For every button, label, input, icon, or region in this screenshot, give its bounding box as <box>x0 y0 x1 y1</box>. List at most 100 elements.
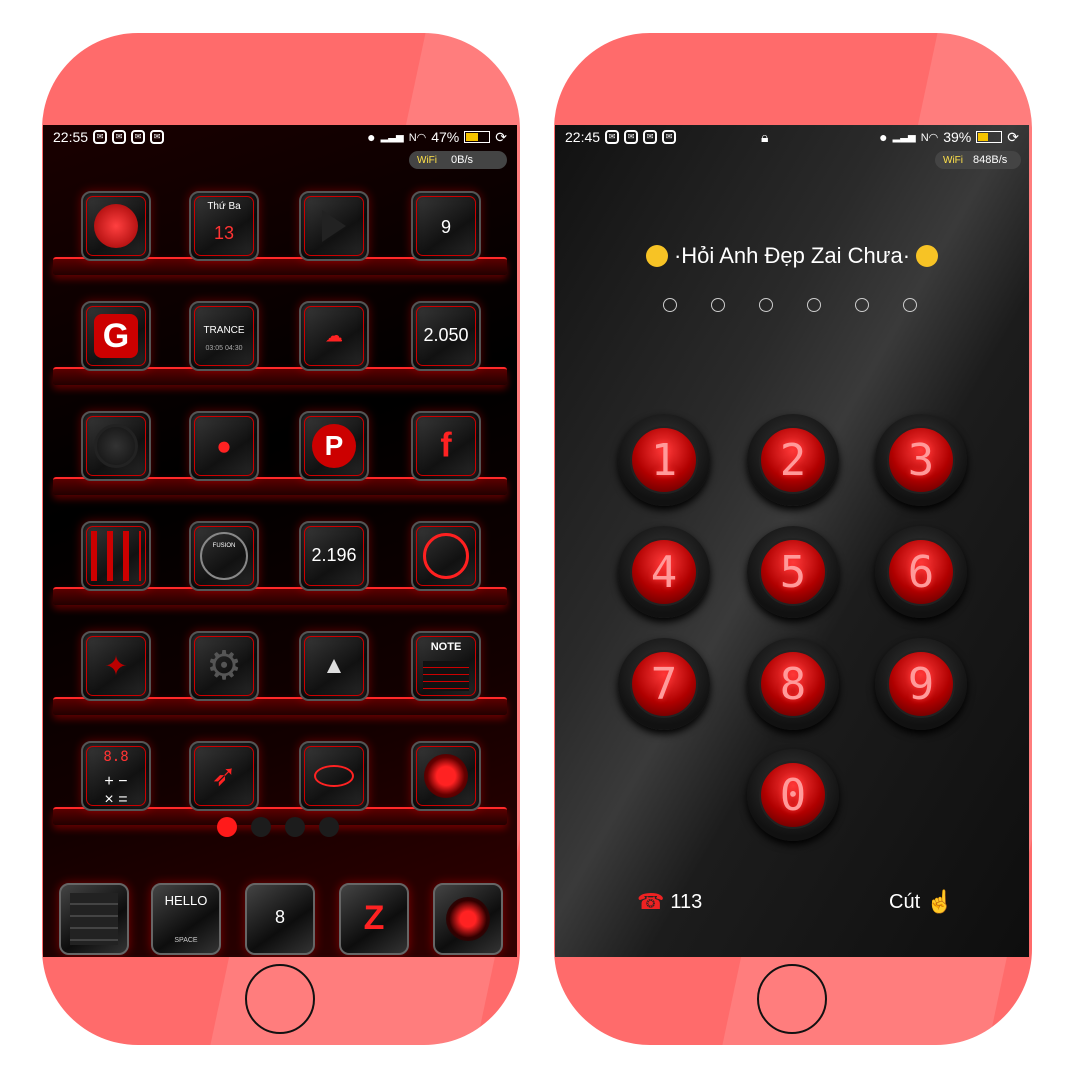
status-time: 22:45 <box>565 129 601 145</box>
status-time: 22:55 <box>53 129 89 145</box>
hello-label: HELLO <box>164 893 208 908</box>
cancel-label: Cút <box>889 890 921 913</box>
cloud-icon: ☁ <box>325 325 343 346</box>
eye-app-icon[interactable] <box>299 741 369 811</box>
record-app-icon[interactable] <box>81 411 151 481</box>
facebook-app-icon[interactable]: f <box>411 411 481 481</box>
key-9-button[interactable]: 9 <box>875 638 967 730</box>
flower-app-icon[interactable] <box>81 191 151 261</box>
wifi-label: WiFi <box>417 154 437 166</box>
cancel-button[interactable]: Cút ☝ <box>889 889 954 915</box>
key-5-button[interactable]: 5 <box>747 526 839 618</box>
key-3-button[interactable]: 3 <box>875 414 967 506</box>
emergency-call-button[interactable]: ☎ 113 <box>637 889 702 915</box>
trance-label: TRANCE <box>203 325 245 336</box>
key-2-button[interactable]: 2 <box>747 414 839 506</box>
key-1-button[interactable]: 1 <box>618 414 710 506</box>
key-digit: 8 <box>779 658 807 710</box>
note-lines-icon <box>423 661 469 691</box>
road-maps-app-icon[interactable]: ▲ <box>299 631 369 701</box>
gear-icon: ⚙ <box>206 644 242 688</box>
pinterest-app-icon[interactable]: P <box>299 411 369 481</box>
key-digit: 3 <box>907 434 935 486</box>
location-icon: ● <box>367 129 376 145</box>
home-button[interactable] <box>245 964 315 1034</box>
apple-store-app-icon[interactable]: ● <box>189 411 259 481</box>
lock-title: ·Hỏi Anh Đẹp Zai Chưa· <box>555 243 1029 269</box>
emergency-number: 113 <box>670 890 703 913</box>
battery-percent: 39% <box>943 129 972 145</box>
calc-operators-icon: + − × = <box>104 773 128 808</box>
facebook-icon: f <box>440 426 452 465</box>
pin-indicator <box>663 298 917 312</box>
g-app-icon[interactable]: G <box>81 301 151 371</box>
compass-app-icon[interactable]: ➶ <box>189 741 259 811</box>
key-0-button[interactable]: 0 <box>747 749 839 841</box>
battery-icon <box>976 131 1003 143</box>
key-6-button[interactable]: 6 <box>875 526 967 618</box>
key-digit: 7 <box>650 658 678 710</box>
twitter-app-icon[interactable]: ✦ <box>81 631 151 701</box>
status-bar: 22:55 ✉ ✉ ✉ ✉ ● ▂▃▅ N◠ 47% ⟳ <box>43 125 517 149</box>
key-digit: 0 <box>779 769 807 821</box>
pin-dot <box>759 298 773 312</box>
key-8-button[interactable]: 8 <box>747 638 839 730</box>
trance-music-app-icon[interactable]: TRANCE 03:05 04:30 <box>189 301 259 371</box>
page-dot[interactable] <box>319 817 339 837</box>
lock-screen: 22:45 ✉ ✉ ✉ ✉ 🔒︎ ● ▂▃▅ N◠ 39% ⟳ WiFi 848… <box>555 125 1029 957</box>
space-label: SPACE <box>174 937 198 944</box>
calendar-date: 13 <box>213 223 235 243</box>
page-dot[interactable] <box>251 817 271 837</box>
zalo-letter: Z <box>363 899 385 937</box>
pin-dot <box>903 298 917 312</box>
home-button[interactable] <box>757 964 827 1034</box>
flower-icon <box>94 204 138 248</box>
key-4-button[interactable]: 4 <box>618 526 710 618</box>
signal-icon: ▂▃▅ <box>892 131 916 143</box>
youtube-app-icon[interactable]: 2.196 <box>299 521 369 591</box>
camera-lens-app-icon[interactable] <box>411 741 481 811</box>
zalo-dock-icon[interactable]: Z <box>339 883 409 955</box>
youtube-count: 2.196 <box>311 545 357 565</box>
messages-dock-icon[interactable]: 8 <box>245 883 315 955</box>
trance-times: 03:05 04:30 <box>205 345 243 352</box>
play-app-icon[interactable] <box>299 191 369 261</box>
pin-dot <box>807 298 821 312</box>
music-app-icon[interactable] <box>411 521 481 591</box>
app-notification-icon: ✉ <box>605 130 620 144</box>
mail-app-icon[interactable]: 2.050 <box>411 301 481 371</box>
app-notification-icon: ✉ <box>112 130 127 144</box>
compass-needle-icon: ➶ <box>211 759 237 793</box>
settings-app-icon[interactable]: ⚙ <box>189 631 259 701</box>
play-icon <box>322 210 346 242</box>
keyboard-hello-dock-icon[interactable]: HELLO SPACE <box>151 883 221 955</box>
sync-icon: ⟳ <box>1007 128 1019 145</box>
signal-icon: ▂▃▅ <box>380 131 404 143</box>
pointing-hand-icon: ☝ <box>926 889 954 914</box>
nfc-wifi-icon: N◠ <box>408 131 427 144</box>
left-phone: 22:55 ✉ ✉ ✉ ✉ ● ▂▃▅ N◠ 47% ⟳ WiFi 0B/s T… <box>42 33 520 1045</box>
page-dot-active[interactable] <box>217 817 237 837</box>
calendar-app-icon[interactable]: Thứ Ba 13 <box>189 191 259 261</box>
phone-keypad-dock-icon[interactable] <box>59 883 129 955</box>
note-app-icon[interactable]: NOTE <box>411 631 481 701</box>
page-dot[interactable] <box>285 817 305 837</box>
fusion-clock-app-icon[interactable]: FUSION <box>189 521 259 591</box>
maps-g-app-icon[interactable] <box>81 521 151 591</box>
key-digit: 1 <box>650 434 678 486</box>
calculator-app-icon[interactable]: 8.8 + − × = <box>81 741 151 811</box>
wink-emoji-icon <box>916 245 939 267</box>
note-label: NOTE <box>430 641 462 653</box>
wifi-label: WiFi <box>943 154 963 166</box>
calendar-day: Thứ Ba <box>207 201 241 212</box>
weather-app-icon[interactable]: 9 <box>411 191 481 261</box>
camera-dock-icon[interactable] <box>433 883 503 955</box>
key-7-button[interactable]: 7 <box>618 638 710 730</box>
app-notification-icon: ✉ <box>131 130 146 144</box>
location-icon: ● <box>879 129 888 145</box>
wifi-speed-value: 0B/s <box>451 154 474 166</box>
app-notification-icon: ✉ <box>93 130 108 144</box>
cloud-folder-app-icon[interactable]: ☁ <box>299 301 369 371</box>
key-digit: 6 <box>907 546 935 598</box>
right-phone: 22:45 ✉ ✉ ✉ ✉ 🔒︎ ● ▂▃▅ N◠ 39% ⟳ WiFi 848… <box>554 33 1032 1045</box>
